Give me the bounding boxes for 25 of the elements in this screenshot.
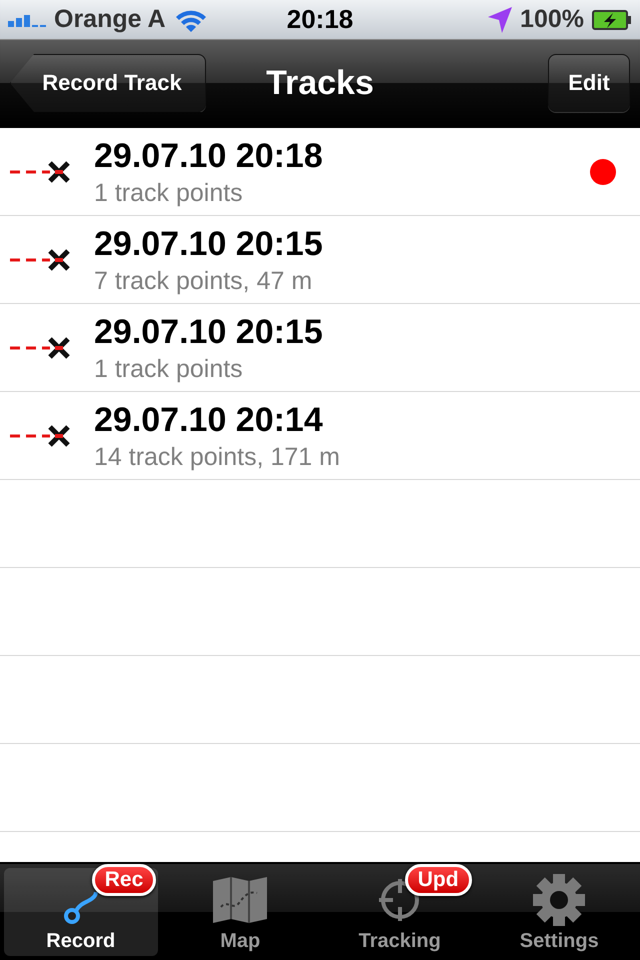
route-icon — [64, 890, 98, 924]
tab-badge: Rec — [92, 864, 156, 896]
battery-percent: 100% — [520, 5, 584, 34]
tab-item[interactable]: Map — [164, 868, 317, 956]
track-date: 29.07.10 20:15 — [94, 312, 324, 352]
track-summary: 14 track points, 171 m — [94, 442, 341, 472]
screen-title: Tracks — [266, 64, 374, 102]
settings-icon — [533, 874, 586, 926]
tab-badge: Upd — [404, 864, 472, 896]
signal-icon — [8, 12, 46, 26]
carrier-name: Orange A — [54, 5, 166, 34]
tab-item[interactable]: Settings — [482, 868, 636, 956]
wifi-icon — [174, 8, 208, 32]
folded-map-icon — [213, 877, 268, 923]
track-summary: 1 track points — [94, 178, 244, 208]
edit-button[interactable]: Edit — [548, 54, 630, 112]
track-summary: 1 track points — [94, 354, 244, 384]
track-date: 29.07.10 20:14 — [94, 400, 324, 440]
clock-time: 20:18 — [286, 4, 354, 35]
back-button[interactable]: Record Track — [10, 54, 206, 112]
battery-charging-icon — [592, 10, 632, 30]
location-arrow-icon — [488, 6, 512, 32]
track-date: 29.07.10 20:15 — [94, 224, 324, 264]
track-date: 29.07.10 20:18 — [94, 136, 324, 176]
track-summary: 7 track points, 47 m — [94, 266, 314, 296]
